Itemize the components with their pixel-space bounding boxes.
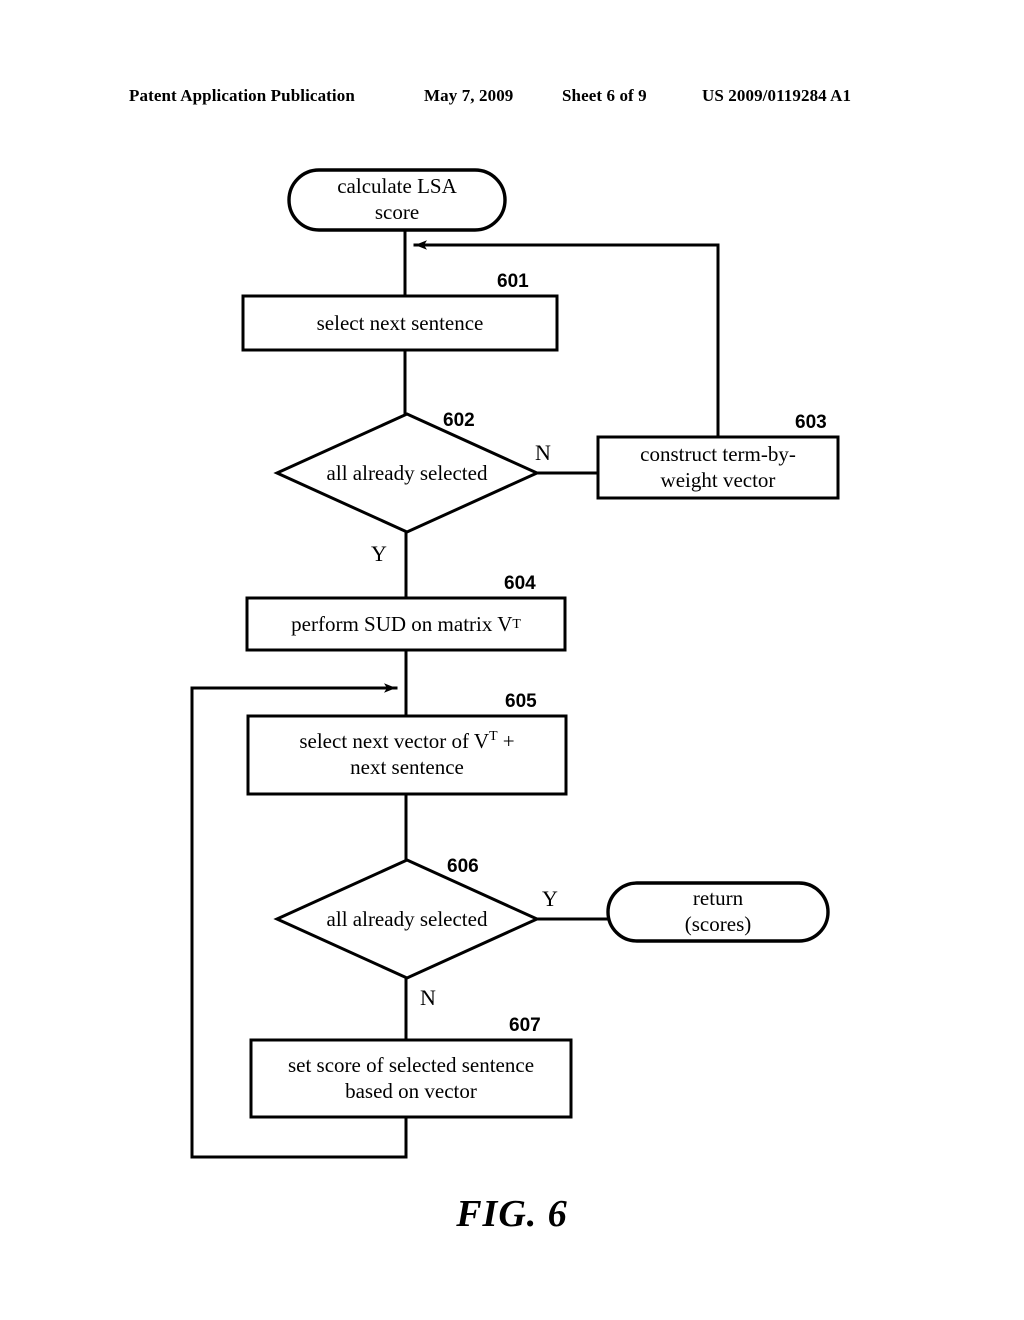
figure-caption: FIG. 6 [456,1193,568,1235]
node-607-shape [249,1038,573,1119]
node-start-shape [287,168,507,232]
ref-label-603: 603 [795,412,827,433]
node-603-shape [596,435,840,500]
branch-label-606-no: N [420,985,436,1010]
node-605-shape [246,714,568,796]
node-604-shape [245,596,567,652]
ref-label-601: 601 [497,271,529,292]
node-602-shape [273,412,541,534]
branch-label-606-yes: Y [542,886,558,911]
branch-label-602-no: N [535,440,551,465]
branch-label-602-yes: Y [371,541,387,566]
node-return-shape [606,881,830,943]
flowchart-diagram: calculate LSA score select next sentence… [0,0,1024,1320]
ref-label-607: 607 [509,1015,541,1036]
node-606-shape [273,858,541,980]
flowchart-canvas [190,168,840,1159]
ref-label-602: 602 [443,410,475,431]
ref-label-604: 604 [504,573,536,594]
node-601-shape [241,294,559,352]
ref-label-606: 606 [447,856,479,877]
ref-label-605: 605 [505,691,537,712]
